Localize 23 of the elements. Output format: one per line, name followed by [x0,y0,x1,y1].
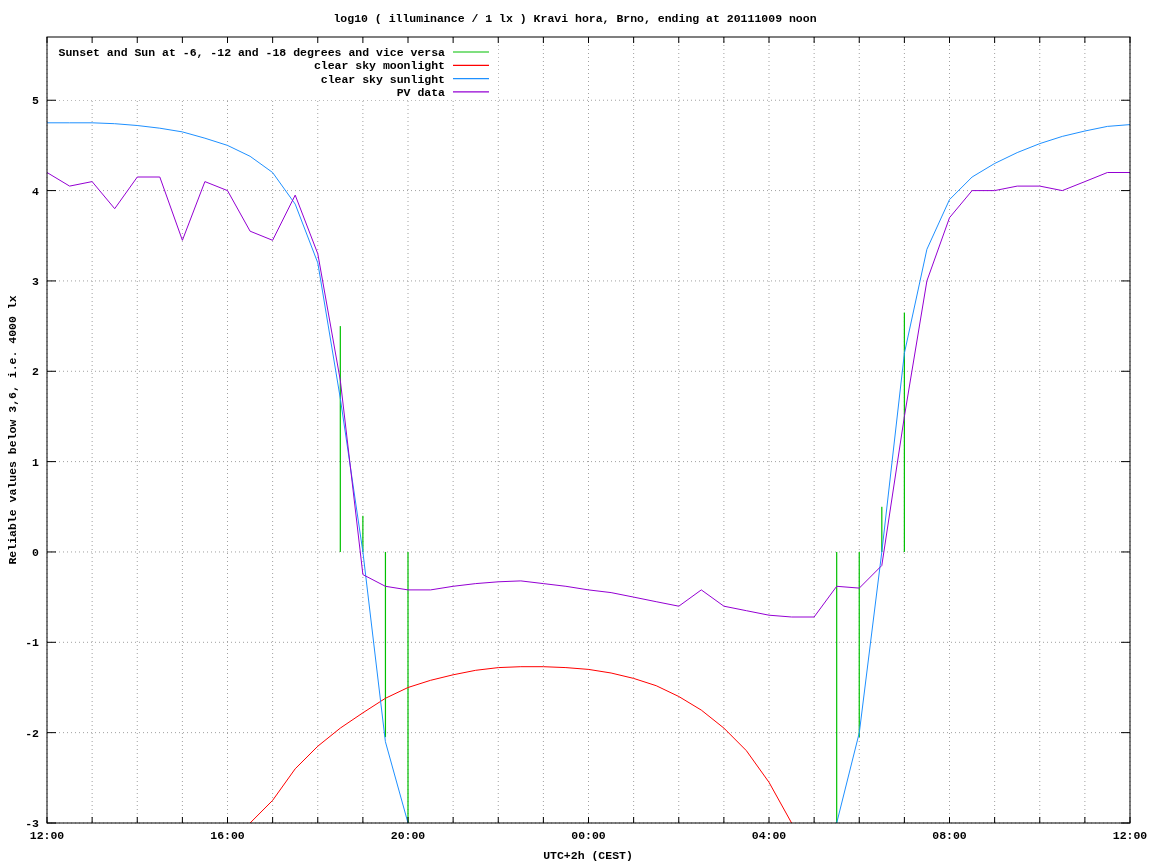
legend-label: Sunset and Sun at -6, -12 and -18 degrees and vice versa [58,46,445,59]
legend-label: clear sky moonlight [313,59,445,73]
x-tick-label: 04:00 [751,829,787,842]
y-tick-label: 5 [32,94,39,108]
y-tick-label: -2 [25,726,39,740]
x-tick-label: 00:00 [571,829,606,842]
y-axis-label: Reliable values below 3,6, i.e. 4000 lx [6,295,19,565]
y-tick-label: 0 [32,545,39,559]
y-tick-label: 2 [32,365,39,379]
x-tick-label: 12:00 [29,829,65,842]
legend-label: PV data [396,85,445,99]
y-tick-label: -3 [25,817,39,830]
x-tick-label: 08:00 [932,829,967,842]
x-tick-label: 20:00 [390,829,426,842]
y-tick-label: -1 [25,636,39,650]
chart-title: log10 ( illuminance / 1 lx ) Kravi hora, Brno, ending at 20111009 noon [333,12,817,25]
y-tick-label: 3 [32,274,39,288]
x-tick-label: 12:00 [1112,829,1148,842]
y-tick-label: 1 [32,455,39,469]
x-axis-label: UTC+2h (CEST) [543,849,633,862]
y-tick-label: 4 [32,184,39,198]
legend-label: clear sky sunlight [320,72,445,86]
x-tick-label: 16:00 [210,829,245,842]
